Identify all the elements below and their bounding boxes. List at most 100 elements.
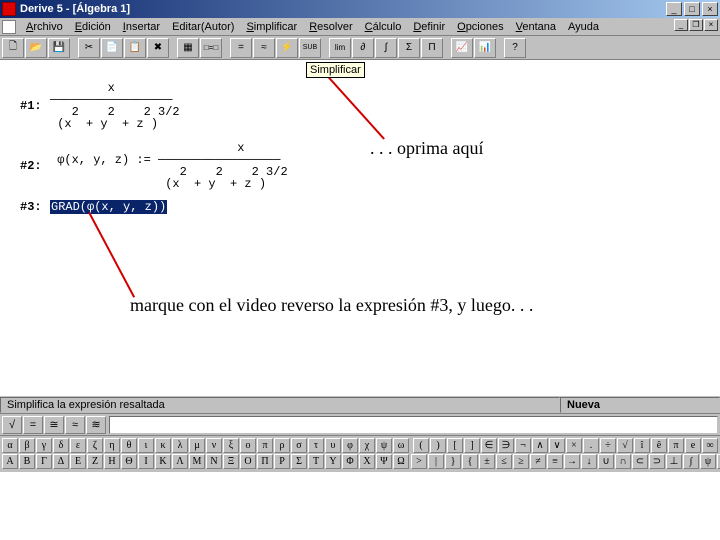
symbol-Ζ[interactable]: Ζ <box>87 454 103 469</box>
input-approx2-button[interactable]: ≈ <box>65 416 85 434</box>
symbol-√[interactable]: √ <box>617 438 633 453</box>
menu-resolver[interactable]: Resolver <box>303 20 358 34</box>
symbol-π[interactable]: π <box>257 438 273 453</box>
symbol-Σ[interactable]: Σ <box>291 454 307 469</box>
symbol-γ[interactable]: γ <box>36 438 52 453</box>
var-button[interactable]: ⚡ <box>276 38 298 58</box>
symbol-Θ[interactable]: Θ <box>121 454 137 469</box>
input-sqrt-button[interactable]: √ <box>2 416 22 434</box>
close-button[interactable]: × <box>702 2 718 16</box>
symbol-Τ[interactable]: Τ <box>308 454 324 469</box>
symbol-±[interactable]: ± <box>479 454 495 469</box>
mdi-close[interactable]: × <box>704 19 718 31</box>
symbol-ο[interactable]: ο <box>240 438 256 453</box>
symbol-Χ[interactable]: Χ <box>359 454 375 469</box>
symbol-ρ[interactable]: ρ <box>274 438 290 453</box>
symbol-.[interactable]: . <box>583 438 599 453</box>
paste-button[interactable]: 📋 <box>124 38 146 58</box>
input-approx3-button[interactable]: ≋ <box>86 416 106 434</box>
symbol-ψ[interactable]: ψ <box>700 454 716 469</box>
symbol-β[interactable]: β <box>19 438 35 453</box>
symbol-î[interactable]: î <box>634 438 650 453</box>
open-button[interactable]: 📂 <box>25 38 47 58</box>
menu-edicion[interactable]: Edición <box>69 20 117 34</box>
symbol-Δ[interactable]: Δ <box>53 454 69 469</box>
symbol-{[interactable]: { <box>462 454 478 469</box>
menu-definir[interactable]: Definir <box>407 20 451 34</box>
symbol-ν[interactable]: ν <box>206 438 222 453</box>
plot3d-button[interactable]: 📊 <box>474 38 496 58</box>
menu-ayuda[interactable]: Ayuda <box>562 20 605 34</box>
new-button[interactable]: 🗋 <box>2 38 24 58</box>
symbol-↓[interactable]: ↓ <box>581 454 597 469</box>
simplify-button[interactable]: = <box>230 38 252 58</box>
menu-simplificar[interactable]: Simplificar <box>240 20 303 34</box>
mdi-minimize[interactable]: _ <box>674 19 688 31</box>
symbol-δ[interactable]: δ <box>53 438 69 453</box>
approx-button[interactable]: ≈ <box>253 38 275 58</box>
symbol-Λ[interactable]: Λ <box>172 454 188 469</box>
menu-archivo[interactable]: Archivo <box>20 20 69 34</box>
symbol->[interactable]: > <box>411 454 427 469</box>
save-button[interactable]: 💾 <box>48 38 70 58</box>
lim-button[interactable]: lim <box>329 38 351 58</box>
symbol-Ι[interactable]: Ι <box>138 454 154 469</box>
symbol-Β[interactable]: Β <box>19 454 35 469</box>
symbol-α[interactable]: α <box>2 438 18 453</box>
symbol-χ[interactable]: χ <box>359 438 375 453</box>
expression-3[interactable]: #3: GRAD(φ(x, y, z)) <box>20 200 167 214</box>
expression-input[interactable] <box>109 416 718 434</box>
symbol-e[interactable]: e <box>685 438 701 453</box>
sub-button[interactable]: SUB <box>299 38 321 58</box>
symbol-⊂[interactable]: ⊂ <box>632 454 648 469</box>
equation-button[interactable]: □=□ <box>200 38 222 58</box>
symbol-π[interactable]: π <box>668 438 684 453</box>
menu-ventana[interactable]: Ventana <box>510 20 562 34</box>
symbol-∨[interactable]: ∨ <box>549 438 565 453</box>
plot2d-button[interactable]: 📈 <box>451 38 473 58</box>
symbol-ξ[interactable]: ξ <box>223 438 239 453</box>
symbol-θ[interactable]: θ <box>121 438 137 453</box>
symbol-τ[interactable]: τ <box>308 438 324 453</box>
input-eq-button[interactable]: = <box>23 416 43 434</box>
symbol-η[interactable]: η <box>104 438 120 453</box>
symbol-∧[interactable]: ∧ <box>532 438 548 453</box>
symbol-Φ[interactable]: Φ <box>342 454 358 469</box>
symbol-Υ[interactable]: Υ <box>325 454 341 469</box>
symbol-Π[interactable]: Π <box>257 454 273 469</box>
symbol-|[interactable]: | <box>428 454 444 469</box>
symbol-Γ[interactable]: Γ <box>36 454 52 469</box>
symbol-÷[interactable]: ÷ <box>600 438 616 453</box>
symbol-Ψ[interactable]: Ψ <box>376 454 392 469</box>
symbol-∋[interactable]: ∋ <box>498 438 514 453</box>
symbol-ê[interactable]: ê <box>651 438 667 453</box>
symbol-φ[interactable]: φ <box>342 438 358 453</box>
diff-button[interactable]: ∂ <box>352 38 374 58</box>
expression-2[interactable]: #2: x φ(x, y, z) := ───────────────── 2 … <box>20 142 288 190</box>
symbol-∪[interactable]: ∪ <box>598 454 614 469</box>
symbol-Ρ[interactable]: Ρ <box>274 454 290 469</box>
menu-insertar[interactable]: Insertar <box>117 20 166 34</box>
symbol-Η[interactable]: Η <box>104 454 120 469</box>
symbol-≠[interactable]: ≠ <box>530 454 546 469</box>
symbol-Ν[interactable]: Ν <box>206 454 222 469</box>
symbol-∞[interactable]: ∞ <box>702 438 718 453</box>
symbol-∈[interactable]: ∈ <box>481 438 497 453</box>
symbol-Ο[interactable]: Ο <box>240 454 256 469</box>
help-button[interactable]: ? <box>504 38 526 58</box>
symbol-ι[interactable]: ι <box>138 438 154 453</box>
symbol-}[interactable]: } <box>445 454 461 469</box>
symbol-×[interactable]: × <box>566 438 582 453</box>
delete-button[interactable]: ✖ <box>147 38 169 58</box>
symbol-ψ[interactable]: ψ <box>376 438 392 453</box>
symbol-ε[interactable]: ε <box>70 438 86 453</box>
symbol-≤[interactable]: ≤ <box>496 454 512 469</box>
symbol-¬[interactable]: ¬ <box>515 438 531 453</box>
symbol-≥[interactable]: ≥ <box>513 454 529 469</box>
cut-button[interactable]: ✂ <box>78 38 100 58</box>
symbol-Κ[interactable]: Κ <box>155 454 171 469</box>
mdi-restore[interactable]: ❐ <box>689 19 703 31</box>
symbol-λ[interactable]: λ <box>172 438 188 453</box>
symbol-→[interactable]: → <box>564 454 580 469</box>
symbol-Μ[interactable]: Μ <box>189 454 205 469</box>
